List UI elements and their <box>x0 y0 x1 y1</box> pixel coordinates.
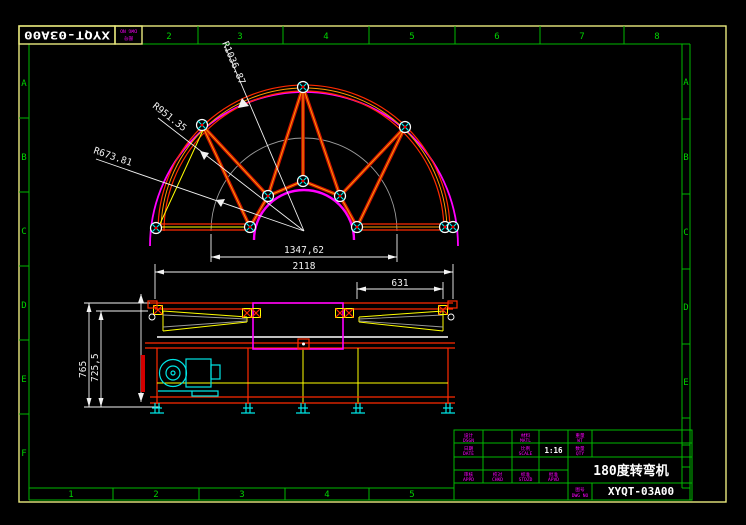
zone-top-3: 3 <box>237 32 242 42</box>
roller-node <box>195 118 209 132</box>
zone-left-c: C <box>21 227 26 237</box>
ground-anchors <box>150 403 455 414</box>
outer-border <box>18 25 727 503</box>
tension-device <box>138 294 145 402</box>
roller-node <box>350 220 364 234</box>
roller-node <box>149 221 163 235</box>
zone-right-a: A <box>683 78 689 88</box>
stamp-chkd: 校对 CHKD <box>492 471 503 483</box>
stamp-qty-en: QTY <box>576 451 585 457</box>
stamp-date-en: DATE <box>463 451 474 457</box>
zone-top-5: 5 <box>409 32 414 42</box>
stamp-dwgno-en: DWG NO <box>572 493 589 499</box>
zone-right-e: E <box>683 378 688 388</box>
stamp-date: 日期 DATE <box>463 446 474 457</box>
stamp-dwgno: 图号 DWG NO <box>572 487 589 499</box>
zone-bottom-4: 4 <box>324 490 329 500</box>
title-block: 设计 DSGN 材料 MATL 重量 WT 日期 DATE 比例 SCALE 1… <box>453 429 693 501</box>
zone-bottom-1: 1 <box>68 490 73 500</box>
dim-diameter-text: 1347,62 <box>284 245 324 256</box>
zone-bottom-5: 5 <box>409 490 414 500</box>
stamp-appd-en: APPD <box>463 477 474 483</box>
drawing-number: XYQT-03A00 <box>608 485 674 498</box>
stamp-apvd: 批准 APVD <box>548 471 559 483</box>
zone-top-8: 8 <box>654 32 659 42</box>
roller-node <box>333 189 347 203</box>
stamp-scale-en: SCALE <box>519 451 533 457</box>
scale-value: 1:16 <box>544 446 563 455</box>
stamp-dsgn-en: DSGN <box>463 438 474 444</box>
drive-belt <box>140 355 145 392</box>
plan-view-curve-conveyor: R1036.87 R951.35 R673.81 1347,62 <box>92 40 460 262</box>
zone-top-6: 6 <box>494 32 499 42</box>
center-drive-section <box>252 302 344 350</box>
dim-height-outer-text: 765 <box>78 361 89 378</box>
stamp-matl-cn: 材料 <box>521 432 531 439</box>
stamp-appd: 审核 APPD <box>463 471 474 483</box>
corner-drawing-number: XYQT-03A00 <box>24 29 110 42</box>
radius-label-mid: R951.35 <box>150 101 188 134</box>
stamp-dwgno-cn: 图号 <box>575 487 585 493</box>
tapered-rollers <box>162 310 444 332</box>
stamp-chkd-cn: 校对 <box>493 471 503 478</box>
dim-diameter: 1347,62 <box>210 234 398 262</box>
drawing-sheet: 2 3 4 5 6 7 8 1 2 3 4 5 A B C D E F A B … <box>18 25 727 503</box>
bearing-blocks <box>147 300 458 321</box>
roller-node <box>446 220 460 234</box>
zone-left-f: F <box>21 449 26 459</box>
stamp-apvd-cn: 批准 <box>549 471 559 478</box>
corner-stamp-cn: 图号 <box>124 35 134 41</box>
side-view-elevation: 2118 631 765 725,5 <box>78 261 458 414</box>
stamp-dsgn: 设计 DSGN <box>463 432 474 444</box>
leader-arrow-mid <box>200 151 209 160</box>
stamp-appd-cn: 审核 <box>464 471 474 478</box>
zone-top-2: 2 <box>166 32 171 42</box>
zone-right-b: B <box>683 153 688 163</box>
stamp-apvd-en: APVD <box>548 477 559 483</box>
drawing-title: 180度转弯机 <box>593 463 668 479</box>
stamp-stdzd-cn: 标准 <box>521 471 531 478</box>
roller-node <box>243 220 257 234</box>
stamp-matl: 材料 MATL <box>520 432 531 444</box>
dim-total-width-text: 2118 <box>293 261 316 272</box>
zone-bottom-2: 2 <box>153 490 158 500</box>
conveyor-frame <box>145 302 455 404</box>
stamp-stdzd: 标准 STDZD <box>519 471 533 483</box>
stamp-wt-en: WT <box>577 438 583 444</box>
stamp-chkd-en: CHKD <box>492 477 503 483</box>
zone-left-e: E <box>21 375 26 385</box>
dim-height-inner-text: 725,5 <box>90 353 101 382</box>
dim-right-section-text: 631 <box>391 278 408 289</box>
stamp-matl-en: MATL <box>520 438 531 444</box>
stamp-qty-cn: 数量 <box>575 445 585 452</box>
stamp-dsgn-cn: 设计 <box>464 432 474 439</box>
corner-stamp-en: DWG NO <box>120 28 137 34</box>
corner-dwgno-stamp: 图号 DWG NO <box>120 28 137 41</box>
roller-node <box>296 80 310 94</box>
dim-heights: 765 725,5 <box>78 302 160 408</box>
sheet-border <box>18 25 727 503</box>
zone-bottom-3: 3 <box>239 490 244 500</box>
corner-title-box: XYQT-03A00 图号 DWG NO <box>18 25 143 45</box>
zone-top-7: 7 <box>579 32 584 42</box>
stamp-wt-cn: 重量 <box>575 432 585 439</box>
zone-left-a: A <box>21 79 27 89</box>
zone-left-b: B <box>21 153 26 163</box>
roller-node <box>398 120 412 134</box>
stamp-qty: 数量 QTY <box>575 445 585 457</box>
roller-node <box>296 174 310 188</box>
motor <box>158 358 221 397</box>
dim-right-section: 631 <box>356 278 444 299</box>
stamp-wt: 重量 WT <box>575 432 585 444</box>
zone-left-d: D <box>21 301 26 311</box>
zone-right-d: D <box>683 303 688 313</box>
zone-right-c: C <box>683 228 688 238</box>
zone-top-4: 4 <box>323 32 328 42</box>
stamp-scale-cn: 比例 <box>521 445 531 452</box>
stamp-stdzd-en: STDZD <box>519 477 533 483</box>
radius-label-outer: R1036.87 <box>219 40 247 86</box>
radius-label-inner: R673.81 <box>92 145 134 169</box>
cad-drawing-viewport[interactable]: 2 3 4 5 6 7 8 1 2 3 4 5 A B C D E F A B … <box>0 0 746 525</box>
stamp-scale: 比例 SCALE <box>519 445 533 457</box>
